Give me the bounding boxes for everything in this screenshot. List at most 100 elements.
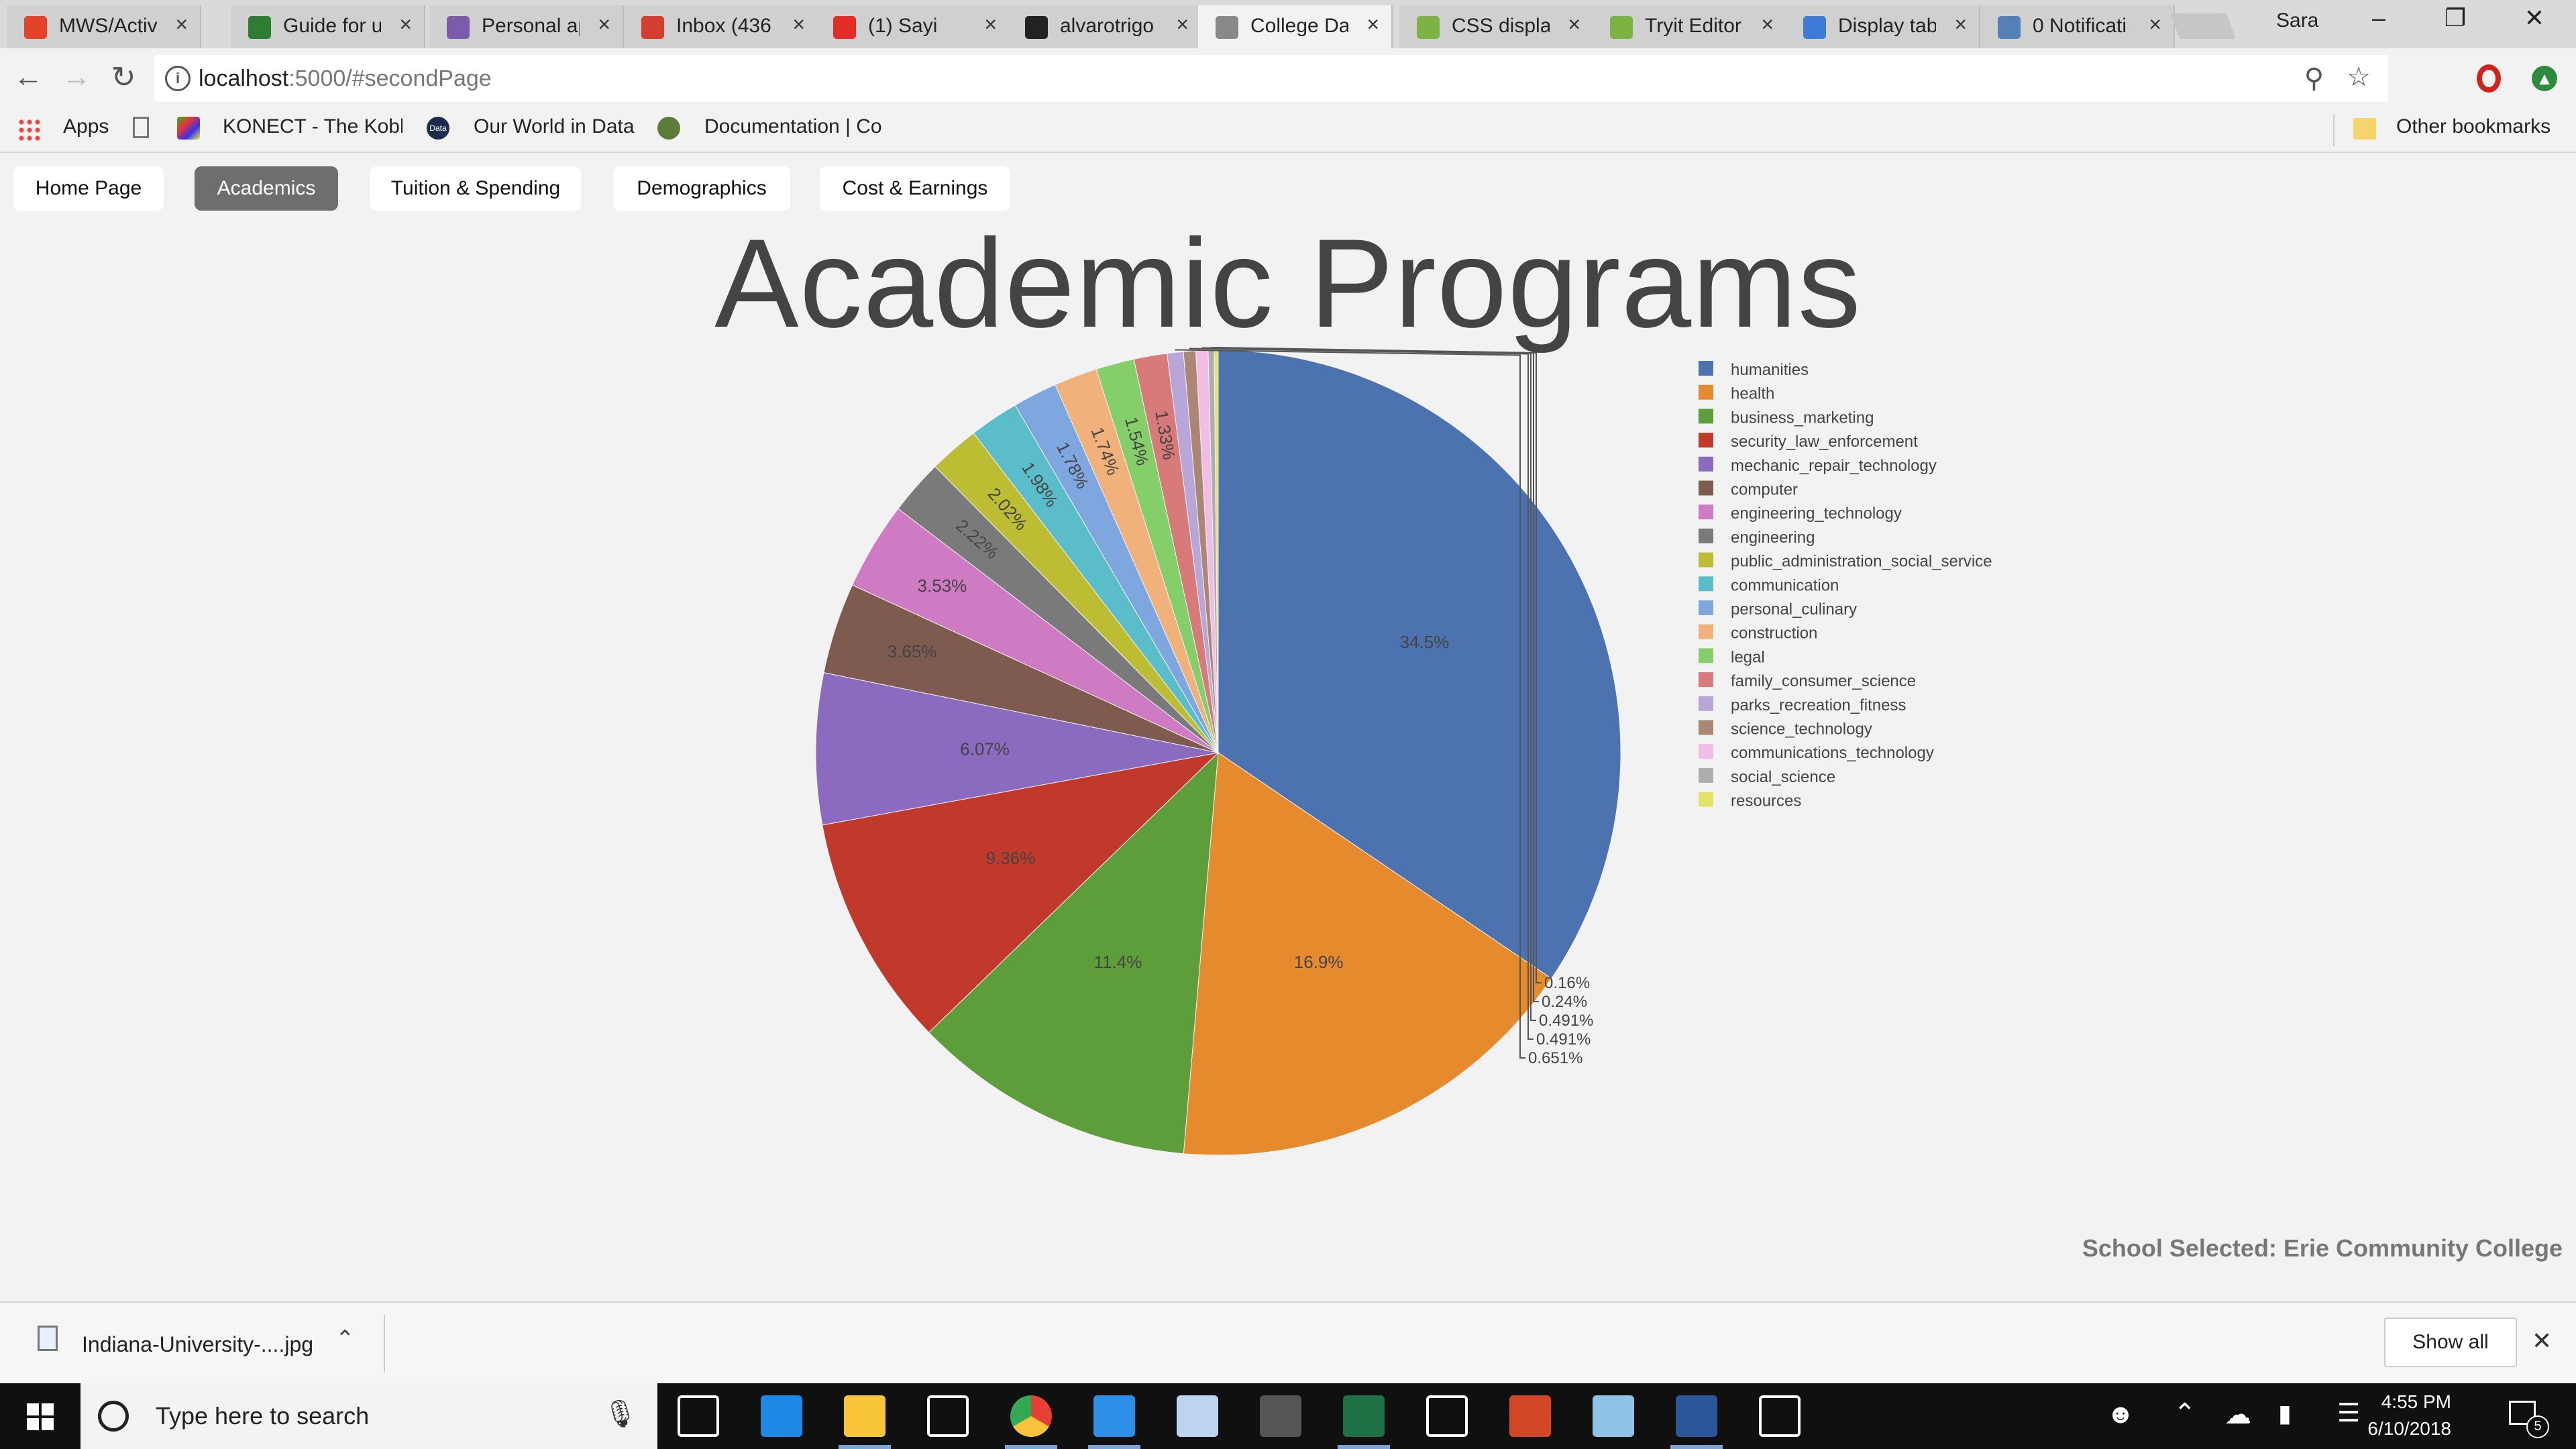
cortana-icon[interactable]: [98, 1401, 129, 1432]
new-tab-button[interactable]: [2170, 13, 2236, 39]
legend-item[interactable]: parks_recreation_fitness: [1731, 696, 1906, 714]
legend-item[interactable]: business_marketing: [1731, 409, 1874, 427]
browser-tab[interactable]: (1) Sayi ×: [816, 5, 1010, 48]
browser-tab[interactable]: 0 Notificati ×: [1980, 5, 2175, 48]
excel-icon[interactable]: [1338, 1395, 1390, 1449]
slack-icon[interactable]: [1759, 1395, 1801, 1437]
slice-label: 6.07%: [960, 739, 1010, 759]
close-window-icon[interactable]: ✕: [2494, 4, 2575, 32]
page-bookmark-icon[interactable]: [133, 117, 149, 138]
legend-item[interactable]: health: [1731, 385, 1774, 403]
browser-tab[interactable]: Inbox (436 ×: [624, 5, 818, 48]
documentation-icon: [657, 117, 680, 140]
close-tab-icon[interactable]: ×: [984, 12, 997, 37]
bookmark-our-world-in-data[interactable]: Our World in Data: [474, 115, 635, 138]
onedrive-icon[interactable]: ☁: [2224, 1399, 2251, 1430]
browser-tab[interactable]: MWS/Activ ×: [7, 5, 201, 48]
close-tab-icon[interactable]: ×: [598, 12, 610, 37]
site-info-icon[interactable]: i: [165, 66, 191, 91]
taskbar-search[interactable]: Type here to search 🎙: [80, 1383, 657, 1449]
url-text[interactable]: localhost:5000/#secondPage: [199, 66, 492, 92]
legend-item[interactable]: humanities: [1731, 361, 1809, 379]
bookmark-star-icon[interactable]: ☆: [2347, 62, 2371, 93]
bookmark-apps[interactable]: Apps: [63, 115, 109, 138]
close-tab-icon[interactable]: ×: [1366, 12, 1379, 37]
terminal-icon[interactable]: [1260, 1395, 1301, 1437]
close-tab-icon[interactable]: ×: [1761, 12, 1774, 37]
microphone-icon[interactable]: 🎙: [603, 1398, 637, 1430]
show-hidden-icons[interactable]: ⌃: [2174, 1398, 2196, 1429]
browser-tab[interactable]: Personal ap ×: [429, 5, 624, 48]
browser-tab[interactable]: College Da ×: [1198, 5, 1393, 48]
bookmark-konect[interactable]: KONECT - The Koble: [223, 115, 402, 138]
legend-item[interactable]: resources: [1731, 792, 1801, 810]
close-tab-icon[interactable]: ×: [1176, 12, 1189, 37]
back-icon[interactable]: ←: [8, 60, 48, 94]
browser-tab[interactable]: Display tab ×: [1786, 5, 1980, 48]
legend-item[interactable]: legal: [1731, 648, 1765, 666]
notepad-icon[interactable]: [1593, 1395, 1634, 1437]
legend-item[interactable]: security_law_enforcement: [1731, 433, 1918, 451]
close-tab-icon[interactable]: ×: [2149, 12, 2161, 37]
slice-label: 0.491%: [1536, 1030, 1591, 1049]
close-downloads-icon[interactable]: ✕: [2532, 1327, 2552, 1355]
restore-icon[interactable]: ❐: [2415, 4, 2496, 32]
close-tab-icon[interactable]: ×: [1954, 12, 1967, 37]
other-bookmarks[interactable]: Other bookmarks: [2396, 115, 2551, 138]
file-explorer-icon[interactable]: [839, 1395, 891, 1449]
windows-start-icon[interactable]: [27, 1403, 54, 1430]
zoom-icon[interactable]: ⚲: [2304, 63, 2324, 94]
clock-date[interactable]: 6/10/2018: [2367, 1418, 2451, 1440]
battery-icon[interactable]: ▮: [2278, 1399, 2292, 1428]
powerpoint-icon[interactable]: [1509, 1395, 1551, 1437]
people-icon[interactable]: ☻: [2106, 1399, 2135, 1430]
edge-icon[interactable]: [761, 1395, 802, 1437]
store-icon[interactable]: [927, 1395, 969, 1437]
legend-item[interactable]: engineering: [1731, 529, 1815, 547]
search-placeholder[interactable]: Type here to search: [156, 1402, 369, 1430]
download-item[interactable]: Indiana-University-....jpg: [82, 1332, 313, 1357]
wifi-icon[interactable]: ☰: [2337, 1398, 2360, 1428]
legend-item[interactable]: family_consumer_science: [1731, 672, 1916, 690]
reload-icon[interactable]: ↻: [103, 60, 144, 95]
action-center-icon[interactable]: 5: [2509, 1398, 2549, 1438]
close-tab-icon[interactable]: ×: [1568, 12, 1580, 37]
snipping-icon[interactable]: [1177, 1395, 1218, 1437]
legend-item[interactable]: public_administration_social_service: [1731, 553, 1992, 571]
address-bar[interactable]: i localhost:5000/#secondPage ⚲ ☆: [154, 55, 2388, 102]
browser-tab[interactable]: alvarotrigo ×: [1008, 5, 1202, 48]
heroku-icon: [447, 16, 470, 39]
vscode-icon[interactable]: [1088, 1395, 1140, 1449]
bookmark-documentation[interactable]: Documentation | Co: [704, 115, 884, 138]
legend-item[interactable]: social_science: [1731, 768, 1835, 786]
extension-icon[interactable]: ▲: [2532, 66, 2557, 91]
close-tab-icon[interactable]: ×: [175, 12, 188, 37]
browser-tab[interactable]: Guide for u ×: [231, 5, 425, 48]
forward-icon[interactable]: →: [56, 60, 97, 94]
legend-item[interactable]: communication: [1731, 576, 1839, 594]
opera-extension-icon[interactable]: [2477, 64, 2501, 93]
close-tab-icon[interactable]: ×: [399, 12, 412, 37]
browser-tab[interactable]: CSS displa ×: [1399, 5, 1594, 48]
settings-icon[interactable]: [1426, 1395, 1468, 1437]
minimize-icon[interactable]: –: [2339, 4, 2419, 32]
legend-item[interactable]: construction: [1731, 625, 1817, 643]
slice-label: 34.5%: [1400, 632, 1450, 652]
close-tab-icon[interactable]: ×: [792, 12, 805, 37]
legend-item[interactable]: engineering_technology: [1731, 504, 1902, 523]
clock-time[interactable]: 4:55 PM: [2381, 1391, 2451, 1413]
chrome-icon[interactable]: [1005, 1395, 1057, 1449]
task-view-icon[interactable]: [678, 1395, 719, 1437]
apps-grid-icon[interactable]: [17, 118, 40, 141]
profile-name[interactable]: Sara: [2276, 9, 2318, 32]
legend-item[interactable]: communications_technology: [1731, 744, 1934, 762]
word-icon[interactable]: [1670, 1395, 1723, 1449]
browser-tab[interactable]: Tryit Editor ×: [1593, 5, 1787, 48]
legend-item[interactable]: science_technology: [1731, 720, 1872, 739]
chevron-up-icon[interactable]: ⌃: [335, 1326, 355, 1352]
folder-icon: [2353, 118, 2376, 140]
legend-item[interactable]: personal_culinary: [1731, 600, 1857, 619]
legend-item[interactable]: computer: [1731, 481, 1798, 499]
show-all-button[interactable]: Show all: [2384, 1318, 2517, 1367]
legend-item[interactable]: mechanic_repair_technology: [1731, 457, 1937, 475]
